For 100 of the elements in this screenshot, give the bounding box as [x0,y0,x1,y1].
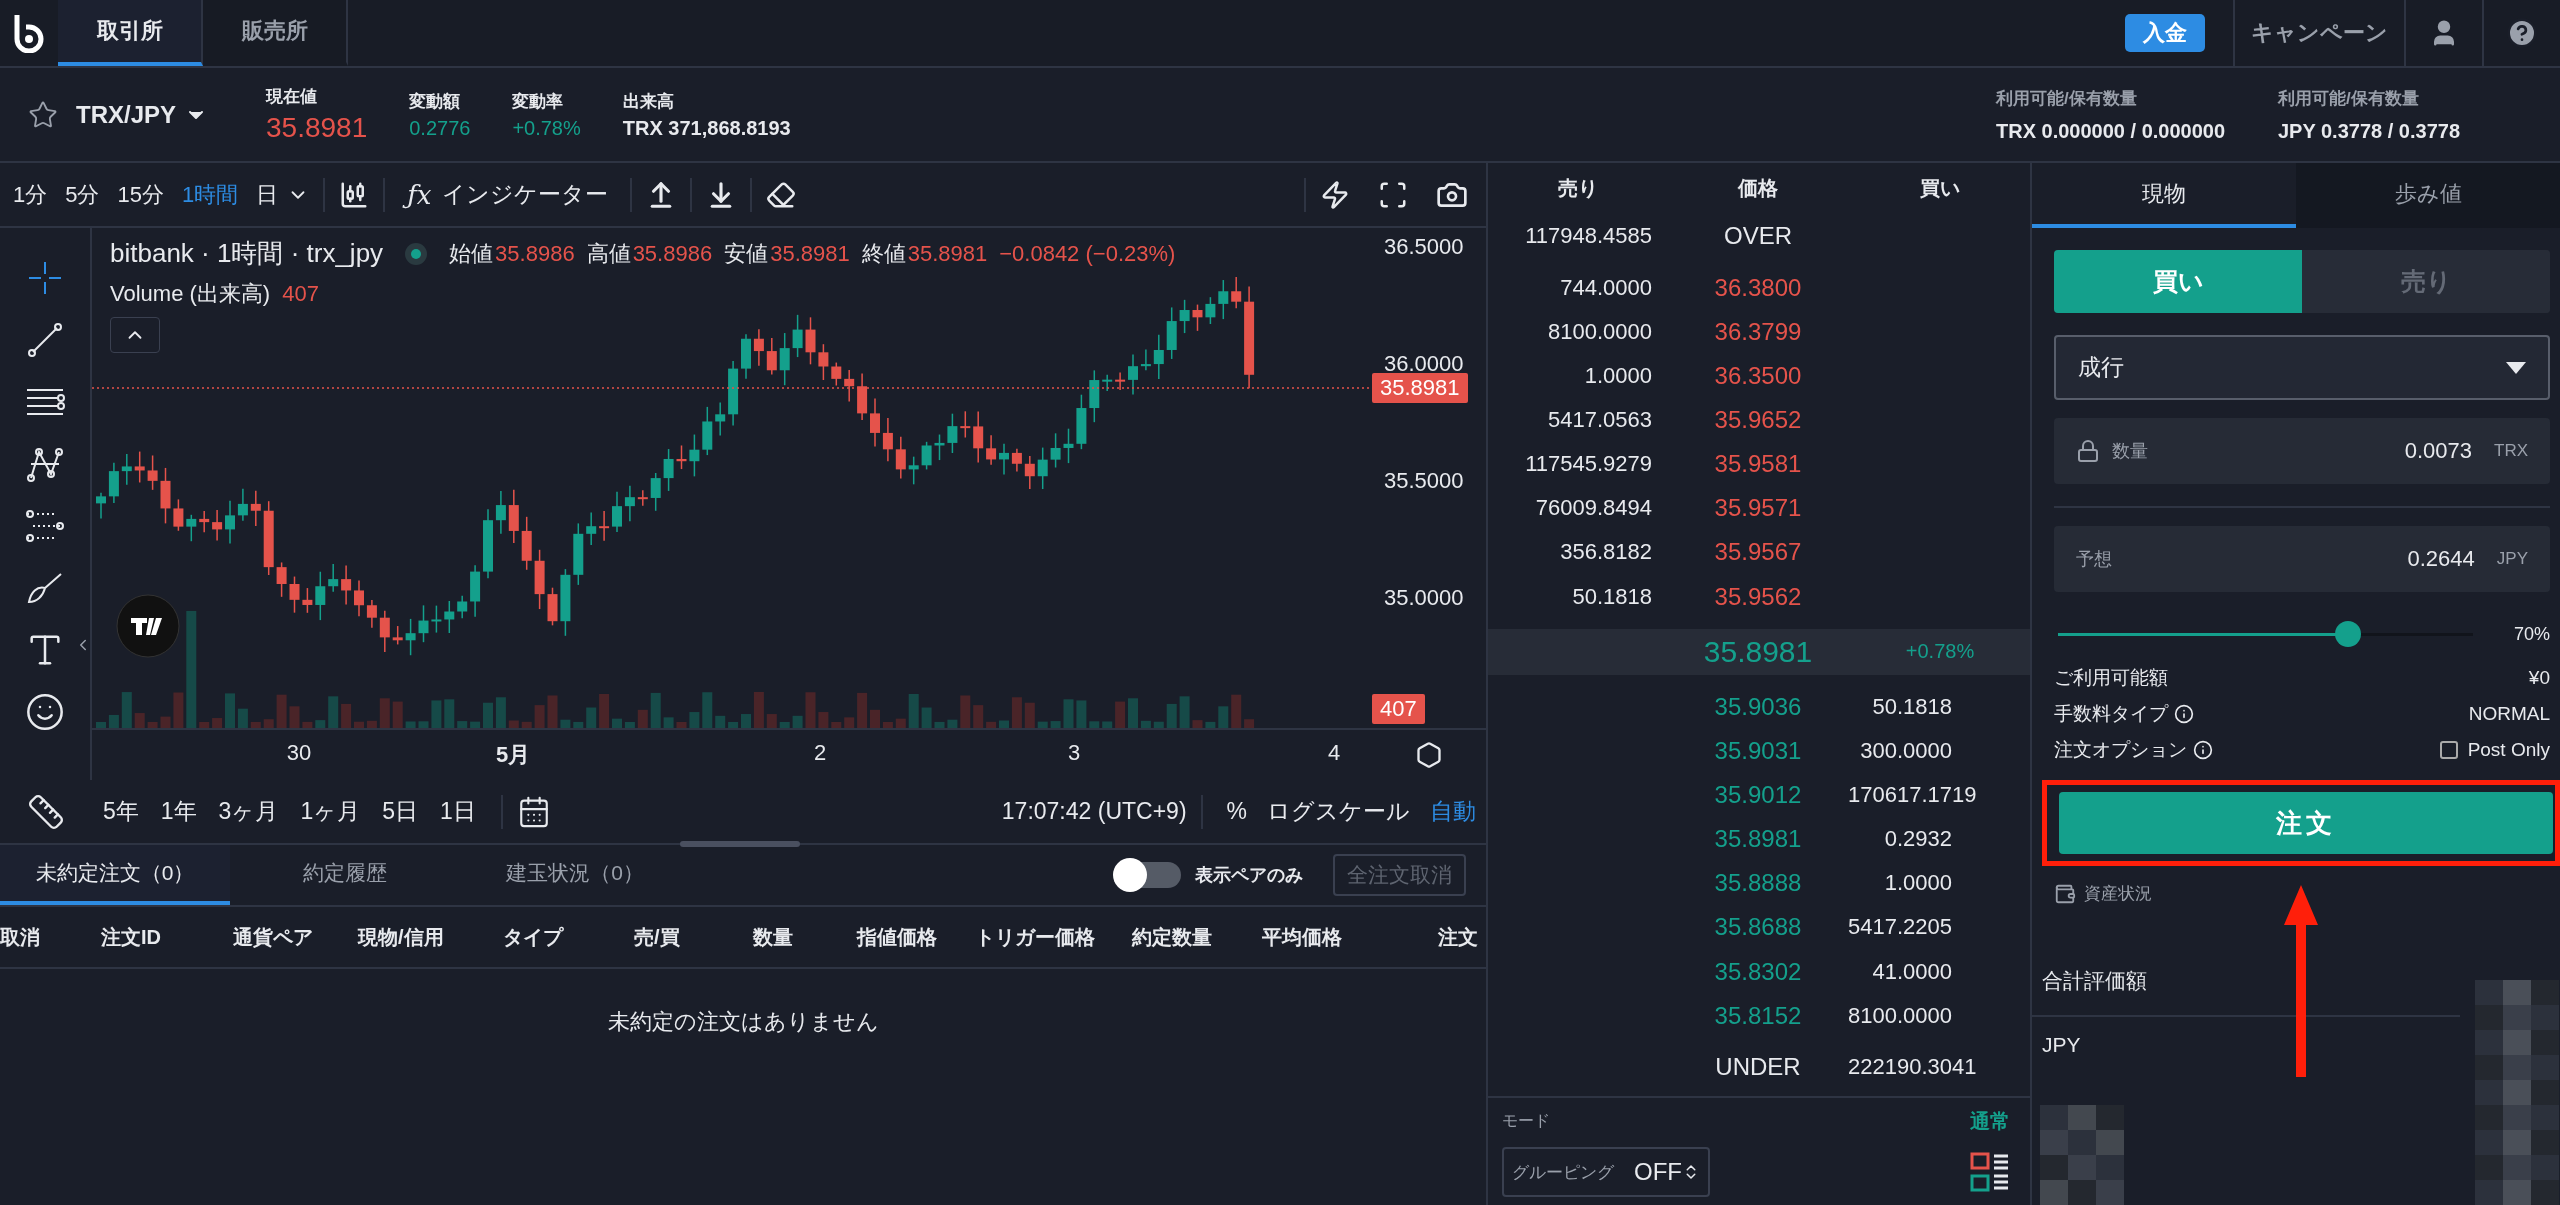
order-type-select[interactable]: 成行 [2054,335,2550,400]
column-header: 売/買 [634,924,681,950]
time-tick: 2 [813,740,827,766]
bid-price: 35.9012 [1713,781,1803,809]
stat-label: 変動額 [409,90,462,113]
interval-button[interactable]: 5分 [56,173,109,216]
range-button[interactable]: 1ヶ月 [289,792,372,831]
last-price-tag: 35.8981 [1372,373,1468,403]
ask-size: 117545.9279 [1524,451,1653,478]
form-tab[interactable]: 歩み値 [2296,163,2560,228]
under-size: 222190.3041 [1848,1054,1978,1080]
orders-tab[interactable]: 約定履歴 [230,845,460,905]
bid-price: 35.8688 [1713,913,1803,942]
ask-size: 356.8182 [1559,539,1653,566]
over-label: OVER [1723,222,1793,251]
balance-label: 利用可能/保有数量 [2278,87,2420,110]
nav-tab[interactable]: 取引所 [58,0,203,66]
ask-price: 35.9562 [1713,582,1803,611]
quantity-field[interactable]: 数量 0.0073 TRX [2054,418,2550,484]
interval-button[interactable]: 15分 [108,173,173,216]
campaign-link[interactable]: キャンペーン [2233,0,2404,66]
ask-price: 35.9571 [1713,494,1803,523]
ask-price: 36.3799 [1713,317,1803,346]
column-header: 数量 [753,924,794,950]
range-button[interactable]: 5日 [371,792,429,831]
stat-value: 35.8981 [266,112,368,144]
range-button[interactable]: 3ヶ月 [207,792,290,831]
book-header: 売り [1557,176,1599,202]
bid-price: 35.8981 [1713,825,1803,854]
indicator-button[interactable]: ƒx インジケーター [399,173,616,216]
bid-price: 35.8152 [1713,1001,1803,1030]
info-label: ご利用可能額 [2054,666,2168,690]
mode-value[interactable]: 通常 [1970,1108,2010,1136]
bid-size: 170617.1719 [1848,782,1978,808]
stat-value: 0.2776 [409,116,471,140]
range-button[interactable]: 1年 [149,792,208,831]
column-header: 注文 [1438,924,1479,950]
slider-reading: 70% [2513,623,2550,645]
log-scale-button[interactable]: ログスケール [1257,792,1420,831]
info-value: ¥0 [2528,667,2550,689]
ohlc-value: 35.8981 [907,240,988,267]
column-header: 通貨ペア [233,924,314,950]
mode-label: モード [1502,1111,1550,1132]
column-header: 注文ID [101,924,162,950]
volume-value: 407 [282,281,319,307]
post-only-checkbox[interactable]: Post Only [2439,739,2550,761]
ask-price: 35.9652 [1713,406,1803,434]
ask-size: 50.1818 [1571,583,1653,610]
column-header: 取消 [0,924,41,950]
stat-value: TRX 371,868.8193 [622,116,791,140]
pair-selector[interactable]: TRX/JPY [76,100,266,129]
ask-price: 36.3800 [1713,273,1803,302]
orders-tab[interactable]: 未約定注文（0） [0,845,230,905]
volume-tag: 407 [1372,694,1425,724]
percent-button[interactable]: % [1216,794,1257,829]
time-tick: 3 [1067,740,1081,766]
ohlc-label: 高値 [586,239,631,268]
bid-price: 35.9036 [1713,692,1803,721]
under-label: UNDER [1714,1053,1802,1081]
info-value: NORMAL [2468,703,2550,725]
bid-price: 35.8302 [1713,957,1803,986]
deposit-button[interactable]: 入金 [2125,14,2205,52]
interval-button[interactable]: 日 [247,173,288,216]
book-header: 買い [1919,176,1961,202]
grouping-select[interactable]: グルーピング OFF [1502,1147,1710,1198]
ask-size: 8100.0000 [1547,318,1653,345]
interval-button[interactable]: 1時間 [173,173,248,216]
orders-tab[interactable]: 建玉状況（0） [460,845,690,905]
balance-label: 利用可能/保有数量 [1996,87,2138,110]
ohlc-value: 35.8981 [770,240,850,267]
time-tick: 5月 [495,741,531,769]
bid-size: 8100.0000 [1848,1002,1953,1029]
range-button[interactable]: 5年 [92,792,150,831]
time-tick: 30 [286,740,312,766]
bid-size: 41.0000 [1871,958,1953,985]
range-button[interactable]: 1日 [429,792,487,831]
clock: 17:07:42 (UTC+9) [1001,798,1187,825]
ohlc-label: 安値 [724,239,769,268]
balance-value: TRX 0.000000 / 0.000000 [1996,119,2227,143]
price-tick: 36.5000 [1384,234,1464,260]
bid-size: 5417.2205 [1848,914,1953,941]
stat-label: 出来高 [622,90,675,113]
ohlc-change: −0.0842 (−0.23%) [999,240,1176,267]
ohlc-label: 終値 [861,239,906,268]
price-tick: 35.0000 [1384,585,1464,611]
total-label: 合計評価額 [2042,968,2148,994]
currency-label: JPY [2042,1033,2082,1057]
bid-price: 35.9031 [1713,736,1803,765]
interval-button[interactable]: 1分 [4,173,57,216]
bid-size: 300.0000 [1859,737,1953,764]
estimate-field[interactable]: 予想 0.2644 JPY [2054,526,2550,592]
last-price: 35.8981 [1702,634,1814,669]
column-header: トリガー価格 [975,924,1096,950]
bid-price: 35.8888 [1713,869,1803,898]
over-size: 117948.4585 [1524,223,1653,250]
ask-price: 36.3500 [1713,361,1803,390]
ask-size: 76009.8494 [1534,495,1653,522]
price-tick: 35.5000 [1384,468,1464,494]
assets-link[interactable]: 資産状況 [2054,882,2152,905]
auto-scale-button[interactable]: 自動 [1420,792,1486,831]
